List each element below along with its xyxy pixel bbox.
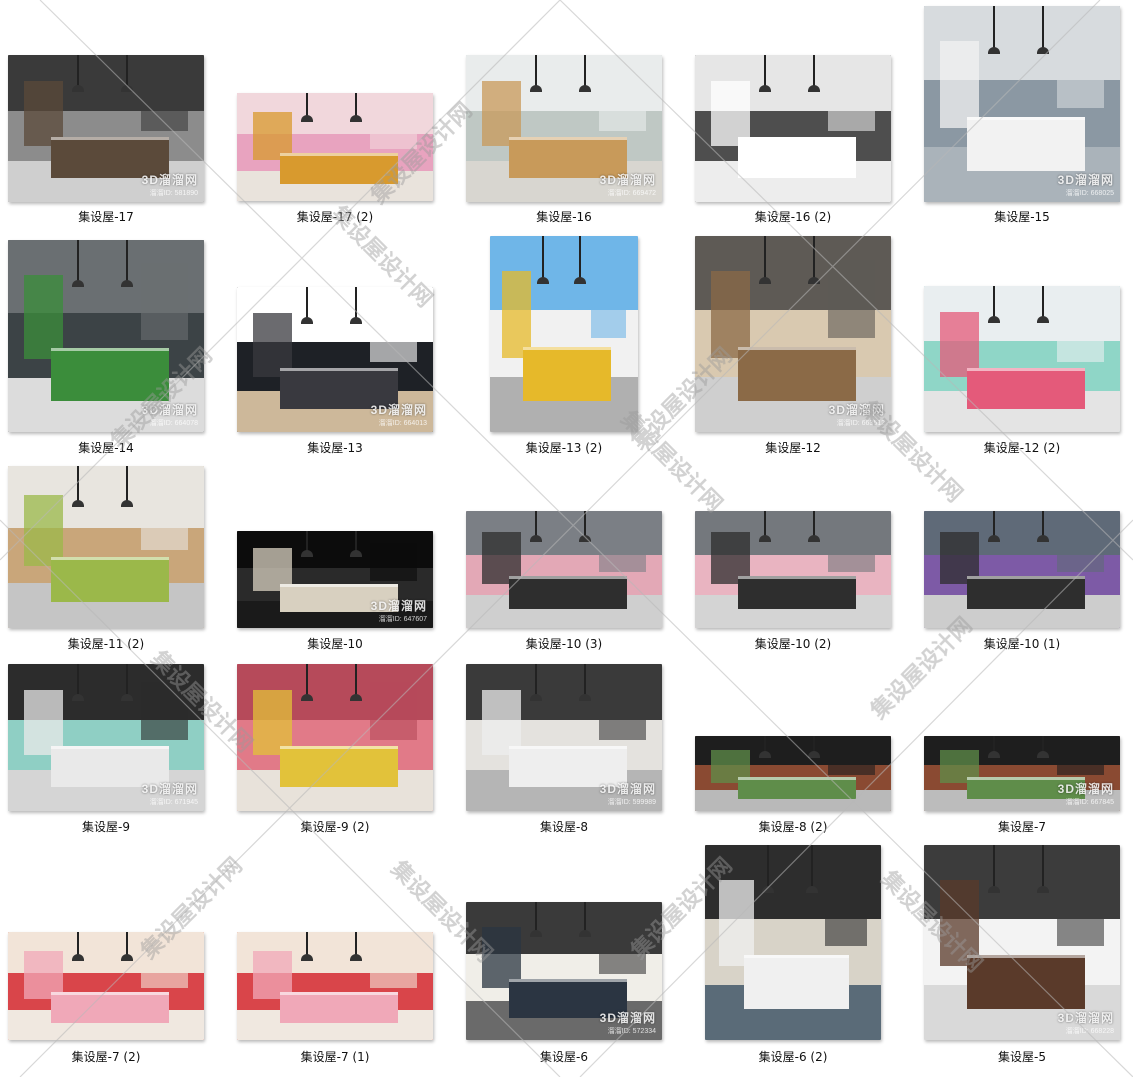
thumbnail-watermark: 3D溜溜网 <box>370 599 427 613</box>
thumbnail-label[interactable]: 集设屋-14 <box>46 439 166 456</box>
thumbnail-label[interactable]: 集设屋-10 (2) <box>733 635 853 652</box>
thumbnail-watermark: 3D溜溜网 <box>1057 1011 1114 1025</box>
thumbnail-label[interactable]: 集设屋-11 (2) <box>46 635 166 652</box>
thumbnail-label[interactable]: 集设屋-10 (1) <box>962 635 1082 652</box>
thumbnail-label[interactable]: 集设屋-7 (2) <box>46 1048 166 1065</box>
thumbnail-label[interactable]: 集设屋-8 <box>504 818 624 835</box>
thumbnail-image[interactable] <box>924 286 1120 432</box>
thumbnail-image[interactable] <box>695 736 891 811</box>
thumbnail-image[interactable] <box>924 511 1120 628</box>
thumbnail-id: 溜溜ID: 663512 <box>836 420 885 427</box>
thumbnail-label[interactable]: 集设屋-16 <box>504 208 624 225</box>
watermark-text: 集设屋设计网 <box>865 613 977 725</box>
thumbnail-image[interactable]: 3D溜溜网溜溜ID: 664078 <box>8 240 204 432</box>
thumbnail-id: 溜溜ID: 667845 <box>1065 799 1114 806</box>
thumbnail-id: 溜溜ID: 664013 <box>378 420 427 427</box>
thumbnail-label[interactable]: 集设屋-15 <box>962 208 1082 225</box>
thumbnail-label[interactable]: 集设屋-7 (1) <box>275 1048 395 1065</box>
thumbnail-image[interactable]: 3D溜溜网溜溜ID: 664013 <box>237 287 433 432</box>
thumbnail-image[interactable]: 3D溜溜网溜溜ID: 599989 <box>466 664 662 811</box>
thumbnail-id: 溜溜ID: 647607 <box>378 616 427 623</box>
thumbnail-label[interactable]: 集设屋-10 (3) <box>504 635 624 652</box>
thumbnail-watermark: 3D溜溜网 <box>599 173 656 187</box>
thumbnail-watermark: 3D溜溜网 <box>141 403 198 417</box>
thumbnail-watermark: 3D溜溜网 <box>599 1011 656 1025</box>
thumbnail-image[interactable]: 3D溜溜网溜溜ID: 667845 <box>924 736 1120 811</box>
thumbnail-image[interactable] <box>237 93 433 201</box>
thumbnail-id: 溜溜ID: 671945 <box>149 799 198 806</box>
thumbnail-image[interactable]: 3D溜溜网溜溜ID: 581890 <box>8 55 204 202</box>
thumbnail-watermark: 3D溜溜网 <box>1057 173 1114 187</box>
thumbnail-label[interactable]: 集设屋-17 (2) <box>275 208 395 225</box>
thumbnail-image[interactable]: 3D溜溜网溜溜ID: 671945 <box>8 664 204 811</box>
thumbnail-label[interactable]: 集设屋-9 <box>46 818 166 835</box>
thumbnail-image[interactable]: 3D溜溜网溜溜ID: 668228 <box>924 845 1120 1040</box>
thumbnail-id: 溜溜ID: 668228 <box>1065 1028 1114 1035</box>
thumbnail-label[interactable]: 集设屋-13 <box>275 439 395 456</box>
thumbnail-label[interactable]: 集设屋-5 <box>962 1048 1082 1065</box>
thumbnail-image[interactable] <box>466 511 662 628</box>
thumbnail-id: 溜溜ID: 664078 <box>149 420 198 427</box>
thumbnail-id: 溜溜ID: 572334 <box>607 1028 656 1035</box>
thumbnail-image[interactable] <box>8 466 204 628</box>
thumbnail-label[interactable]: 集设屋-12 <box>733 439 853 456</box>
thumbnail-label[interactable]: 集设屋-10 <box>275 635 395 652</box>
thumbnail-label[interactable]: 集设屋-9 (2) <box>275 818 395 835</box>
thumbnail-image[interactable]: 3D溜溜网溜溜ID: 668025 <box>924 6 1120 202</box>
thumbnail-label[interactable]: 集设屋-17 <box>46 208 166 225</box>
thumbnail-label[interactable]: 集设屋-8 (2) <box>733 818 853 835</box>
thumbnail-watermark: 3D溜溜网 <box>828 403 885 417</box>
thumbnail-watermark: 3D溜溜网 <box>141 173 198 187</box>
thumbnail-watermark: 3D溜溜网 <box>1057 782 1114 796</box>
thumbnail-image[interactable] <box>237 664 433 811</box>
thumbnail-image[interactable] <box>8 932 204 1040</box>
thumbnail-label[interactable]: 集设屋-13 (2) <box>504 439 624 456</box>
thumbnail-id: 溜溜ID: 669472 <box>607 190 656 197</box>
thumbnail-image[interactable] <box>695 511 891 628</box>
thumbnail-id: 溜溜ID: 599989 <box>607 799 656 806</box>
thumbnail-id: 溜溜ID: 581890 <box>149 190 198 197</box>
thumbnail-label[interactable]: 集设屋-16 (2) <box>733 208 853 225</box>
thumbnail-image[interactable]: 3D溜溜网溜溜ID: 663512 <box>695 236 891 432</box>
thumbnail-image[interactable]: 3D溜溜网溜溜ID: 647607 <box>237 531 433 628</box>
thumbnail-watermark: 3D溜溜网 <box>141 782 198 796</box>
thumbnail-image[interactable] <box>705 845 881 1040</box>
thumbnail-image[interactable] <box>237 932 433 1040</box>
thumbnail-label[interactable]: 集设屋-6 <box>504 1048 624 1065</box>
thumbnail-image[interactable] <box>695 55 891 202</box>
thumbnail-image[interactable]: 3D溜溜网溜溜ID: 669472 <box>466 55 662 202</box>
thumbnail-id: 溜溜ID: 668025 <box>1065 190 1114 197</box>
thumbnail-watermark: 3D溜溜网 <box>370 403 427 417</box>
thumbnail-label[interactable]: 集设屋-6 (2) <box>733 1048 853 1065</box>
thumbnail-image[interactable] <box>490 236 638 432</box>
thumbnail-image[interactable]: 3D溜溜网溜溜ID: 572334 <box>466 902 662 1040</box>
thumbnail-label[interactable]: 集设屋-12 (2) <box>962 439 1082 456</box>
thumbnail-label[interactable]: 集设屋-7 <box>962 818 1082 835</box>
thumbnail-watermark: 3D溜溜网 <box>599 782 656 796</box>
